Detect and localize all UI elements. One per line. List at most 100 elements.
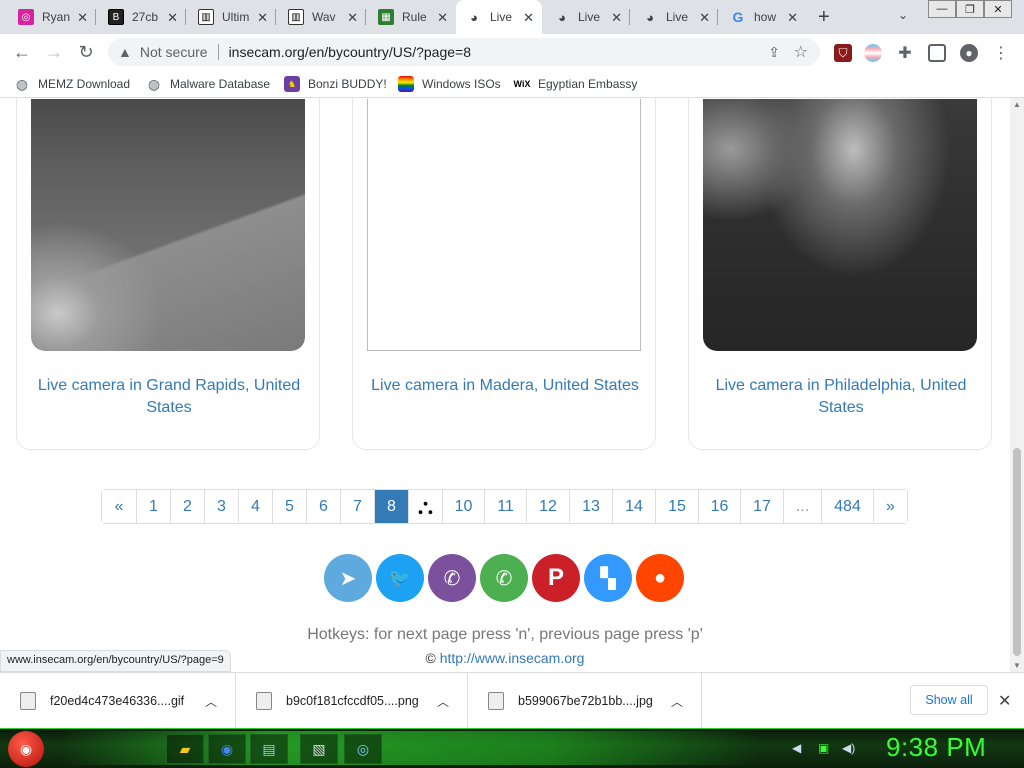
page-15[interactable]: 15 [656, 490, 699, 523]
page-8-current[interactable]: 8 [375, 490, 409, 523]
file-explorer-icon[interactable]: ▰ [166, 734, 204, 764]
battery-icon[interactable]: ▣ [818, 741, 829, 755]
bookmark-malware-database[interactable]: ◍ Malware Database [146, 76, 270, 92]
tab-live-active[interactable]: ◕ Live ✕ [456, 0, 542, 34]
media-app-icon[interactable]: ◎ [344, 734, 382, 764]
close-icon[interactable]: ✕ [523, 10, 534, 26]
camera-feed-madera[interactable] [367, 99, 641, 351]
camera-feed-philadelphia[interactable] [703, 99, 977, 351]
page-12[interactable]: 12 [527, 490, 570, 523]
pinterest-icon[interactable]: P [532, 554, 580, 602]
security-label[interactable]: Not secure [140, 44, 208, 60]
volume-icon[interactable]: ◀) [842, 741, 855, 755]
page-11[interactable]: 11 [485, 490, 527, 523]
ublock-extension-icon[interactable]: ⛉ [834, 44, 852, 62]
page-3[interactable]: 3 [205, 490, 239, 523]
profile-avatar-icon[interactable]: ● [960, 44, 978, 62]
pagination: « 1 2 3 4 5 6 7 8 ⛬ 10 11 12 13 14 15 16… [101, 489, 908, 524]
flag-extension-icon[interactable] [864, 44, 882, 62]
chevron-up-icon[interactable]: ︿ [437, 693, 449, 710]
scroll-down-icon[interactable]: ▼ [1013, 661, 1021, 670]
notepad-icon[interactable]: ▧ [300, 734, 338, 764]
page-1[interactable]: 1 [137, 490, 171, 523]
page-5[interactable]: 5 [273, 490, 307, 523]
tray-arrow-icon[interactable]: ◀ [792, 741, 801, 755]
tab-wave[interactable]: ▥ Wav ✕ [278, 0, 366, 34]
scroll-up-icon[interactable]: ▲ [1013, 100, 1021, 109]
tab-google[interactable]: G how ✕ [720, 0, 806, 34]
taskbar-clock[interactable]: 9:38 PM [886, 732, 986, 763]
bookmark-star-icon[interactable]: ☆ [794, 42, 808, 62]
viber-icon[interactable]: ✆ [428, 554, 476, 602]
forward-button[interactable]: → [42, 40, 66, 64]
twitter-icon[interactable]: 🐦 [376, 554, 424, 602]
page-2[interactable]: 2 [171, 490, 205, 523]
tab-27cb[interactable]: B 27cb ✕ [98, 0, 186, 34]
page-prev[interactable]: « [102, 490, 137, 523]
chrome-icon[interactable]: ◉ [208, 734, 246, 764]
tab-ultimate[interactable]: ▥ Ultim ✕ [188, 0, 276, 34]
close-downloads-icon[interactable]: ✕ [998, 691, 1011, 711]
whatsapp-icon[interactable]: ✆ [480, 554, 528, 602]
menu-dots-icon[interactable]: ⋮ [992, 44, 1010, 62]
close-icon[interactable]: ✕ [699, 10, 710, 26]
page-17[interactable]: 17 [741, 490, 784, 523]
page-scrollbar[interactable]: ▲ ▼ [1010, 98, 1024, 672]
page-next[interactable]: » [874, 490, 907, 523]
camera-caption-link[interactable]: Live camera in Philadelphia, United Stat… [699, 375, 983, 419]
address-bar[interactable]: ▲ Not secure insecam.org/en/bycountry/US… [108, 38, 820, 66]
bookmark-egyptian-embassy[interactable]: WiX Egyptian Embassy [514, 76, 638, 92]
back-button[interactable]: ← [10, 40, 34, 64]
close-icon[interactable]: ✕ [347, 10, 358, 26]
tab-instagram[interactable]: ◎ Ryan ✕ [8, 0, 96, 34]
telegram-icon[interactable]: ➤ [324, 554, 372, 602]
close-icon[interactable]: ✕ [437, 10, 448, 26]
tab-live-2[interactable]: ◕ Live ✕ [544, 0, 630, 34]
extensions-puzzle-icon[interactable]: ✚ [896, 44, 914, 62]
download-item[interactable]: f20ed4c473e46336....gif ︿ [0, 673, 236, 729]
close-window-button[interactable]: ✕ [984, 0, 1012, 18]
page-13[interactable]: 13 [570, 490, 613, 523]
tab-search-icon[interactable]: ⌄ [898, 8, 908, 22]
share-icon[interactable]: ⇪ [768, 44, 780, 61]
page-7[interactable]: 7 [341, 490, 375, 523]
bookmark-memz[interactable]: ◍ MEMZ Download [14, 76, 130, 92]
insecam-link[interactable]: http://www.insecam.org [440, 650, 585, 666]
minimize-button[interactable]: — [928, 0, 956, 18]
delicious-icon[interactable]: ▚ [584, 554, 632, 602]
chevron-up-icon[interactable]: ︿ [671, 693, 683, 710]
tab-rule[interactable]: ▦ Rule ✕ [368, 0, 456, 34]
camera-caption-link[interactable]: Live camera in Madera, United States [363, 375, 647, 397]
page-14[interactable]: 14 [613, 490, 656, 523]
start-button-angry-bird-icon[interactable]: ◉ [8, 731, 44, 767]
camera-caption-link[interactable]: Live camera in Grand Rapids, United Stat… [27, 375, 311, 419]
bookmark-windows-isos[interactable]: Windows ISOs [398, 76, 501, 92]
close-icon[interactable]: ✕ [167, 10, 178, 26]
new-tab-button[interactable]: + [818, 6, 830, 29]
reload-button[interactable]: ↻ [74, 40, 98, 64]
side-panel-icon[interactable] [928, 44, 946, 62]
page-16[interactable]: 16 [699, 490, 741, 523]
camera-feed-grand-rapids[interactable] [31, 99, 305, 351]
maximize-button[interactable]: ❐ [956, 0, 984, 18]
close-icon[interactable]: ✕ [611, 10, 622, 26]
globe-icon: ◍ [15, 75, 29, 92]
tab-live-3[interactable]: ◕ Live ✕ [632, 0, 718, 34]
chevron-up-icon[interactable]: ︿ [205, 693, 217, 710]
close-icon[interactable]: ✕ [257, 10, 268, 26]
page-4[interactable]: 4 [239, 490, 273, 523]
page-484[interactable]: 484 [822, 490, 874, 523]
window-app-icon[interactable]: ▤ [250, 734, 288, 764]
download-item[interactable]: b599067be72b1bb....jpg ︿ [468, 673, 702, 729]
page-10[interactable]: 10 [443, 490, 485, 523]
page-6[interactable]: 6 [307, 490, 341, 523]
scrollbar-thumb[interactable] [1013, 448, 1021, 656]
bookmark-bonzi-buddy[interactable]: ♞ Bonzi BUDDY! [284, 76, 387, 92]
show-all-downloads-button[interactable]: Show all [910, 685, 988, 715]
warning-icon[interactable]: ▲ [118, 44, 132, 60]
close-icon[interactable]: ✕ [787, 10, 798, 26]
url-text[interactable]: insecam.org/en/bycountry/US/?page=8 [229, 44, 471, 60]
close-icon[interactable]: ✕ [77, 10, 88, 26]
download-item[interactable]: b9c0f181cfccdf05....png ︿ [236, 673, 468, 729]
reddit-icon[interactable]: ● [636, 554, 684, 602]
